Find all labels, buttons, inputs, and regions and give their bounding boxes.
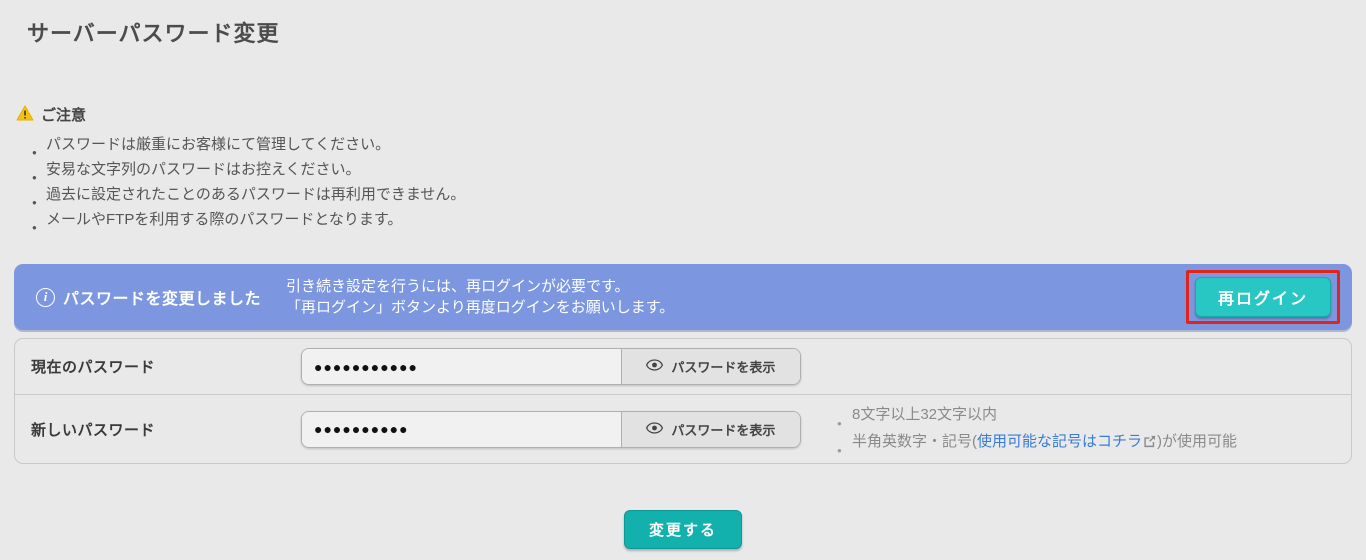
page-title: サーバーパスワード変更 xyxy=(14,0,1352,48)
alert-message: 引き続き設定を行うには、再ログインが必要です。 「再ログイン」ボタンより再度ログ… xyxy=(286,276,930,318)
rule-suffix: )が使用可能 xyxy=(1157,433,1237,450)
current-password-input-group: パスワードを表示 xyxy=(301,348,801,385)
notice-section: ご注意 パスワードは厳重にお客様にて管理してください。 安易な文字列のパスワード… xyxy=(14,104,1352,232)
new-password-input-group: パスワードを表示 xyxy=(301,411,801,448)
notice-heading: ご注意 xyxy=(41,104,86,125)
show-password-label: パスワードを表示 xyxy=(671,420,775,439)
submit-button[interactable]: 変更する xyxy=(624,510,742,549)
relogin-button[interactable]: 再ログイン xyxy=(1195,277,1331,317)
alert-title: パスワードを変更しました xyxy=(63,285,261,309)
current-password-row: 現在のパスワード パスワードを表示 xyxy=(15,339,1351,395)
info-icon: i xyxy=(36,288,55,307)
warning-icon xyxy=(16,105,34,125)
notice-heading-row: ご注意 xyxy=(14,104,1352,125)
show-new-password-button[interactable]: パスワードを表示 xyxy=(621,412,800,447)
new-password-label: 新しいパスワード xyxy=(31,419,301,440)
show-current-password-button[interactable]: パスワードを表示 xyxy=(621,349,800,384)
notice-item: メールやFTPを利用する際のパスワードとなります。 xyxy=(32,207,1352,232)
notice-item: 過去に設定されたことのあるパスワードは再利用できません。 xyxy=(32,182,1352,207)
show-password-label: パスワードを表示 xyxy=(671,357,775,376)
password-form-table: 現在のパスワード パスワードを表示 新しいパスワード xyxy=(14,338,1352,464)
relogin-highlight-box: 再ログイン xyxy=(1186,270,1340,324)
submit-area: 変更する xyxy=(14,510,1352,549)
current-password-input[interactable] xyxy=(302,349,621,384)
password-rules: 8文字以上32文字以内 半角英数字・記号(使用可能な記号はコチラ )が使用可能 xyxy=(837,401,1237,457)
notice-item: 安易な文字列のパスワードはお控えください。 xyxy=(32,157,1352,182)
alert-message-line1: 引き続き設定を行うには、再ログインが必要です。 xyxy=(286,276,930,297)
new-password-input[interactable] xyxy=(302,412,621,447)
rule-length: 8文字以上32文字以内 xyxy=(837,401,1237,428)
rule-prefix: 半角英数字・記号( xyxy=(852,433,977,450)
rule-characters: 半角英数字・記号(使用可能な記号はコチラ )が使用可能 xyxy=(837,428,1237,457)
eye-icon xyxy=(646,422,663,437)
alert-message-line2: 「再ログイン」ボタンより再度ログインをお願いします。 xyxy=(286,297,930,318)
password-changed-alert: i パスワードを変更しました 引き続き設定を行うには、再ログインが必要です。 「… xyxy=(14,264,1352,330)
notice-item: パスワードは厳重にお客様にて管理してください。 xyxy=(32,132,1352,157)
alert-title-row: i パスワードを変更しました xyxy=(14,285,286,309)
notice-list: パスワードは厳重にお客様にて管理してください。 安易な文字列のパスワードはお控え… xyxy=(14,132,1352,232)
current-password-label: 現在のパスワード xyxy=(31,356,301,377)
new-password-row: 新しいパスワード パスワードを表示 8文字以上32文字以内 半角英数字・記号(使… xyxy=(15,395,1351,463)
eye-icon xyxy=(646,359,663,374)
password-change-page: サーバーパスワード変更 ご注意 パスワードは厳重にお客様にて管理してください。 … xyxy=(0,0,1366,549)
allowed-symbols-link[interactable]: 使用可能な記号はコチラ xyxy=(977,433,1142,450)
external-link-icon xyxy=(1143,430,1156,457)
